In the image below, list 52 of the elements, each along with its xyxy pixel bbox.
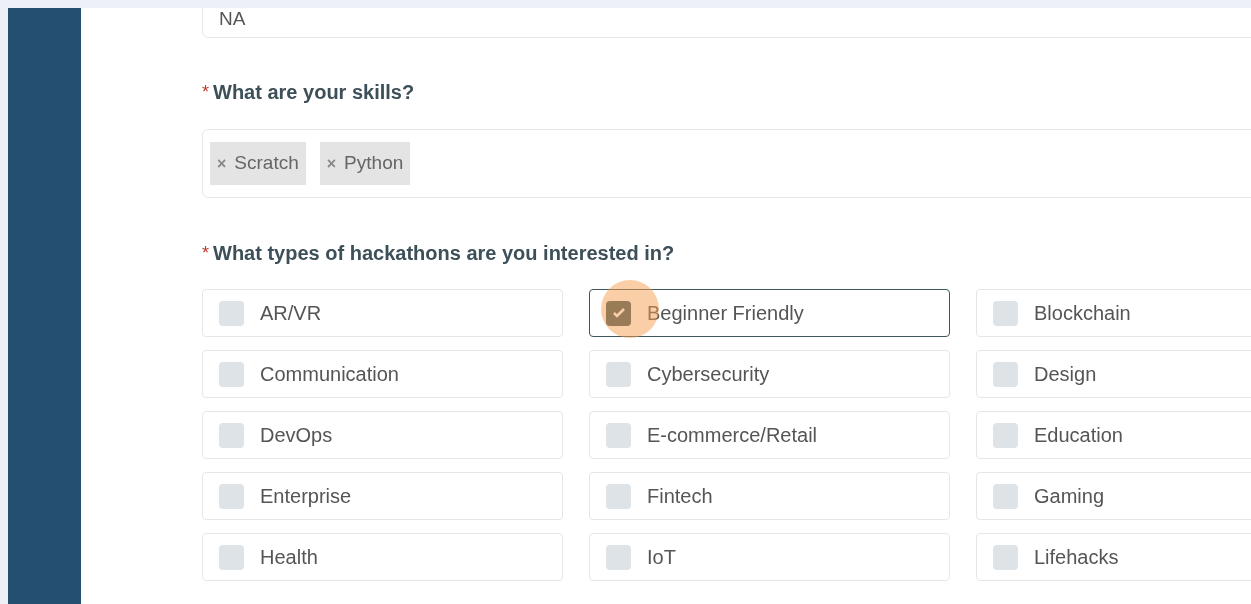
option-label: Enterprise bbox=[260, 484, 352, 509]
required-mark: * bbox=[202, 241, 209, 265]
option-label: AR/VR bbox=[260, 301, 322, 326]
option-label: Fintech bbox=[647, 484, 713, 509]
checkbox[interactable] bbox=[606, 544, 631, 570]
checkbox[interactable] bbox=[993, 300, 1018, 326]
option-label: Education bbox=[1034, 423, 1123, 448]
checkbox[interactable] bbox=[219, 300, 244, 326]
checkbox[interactable] bbox=[993, 483, 1018, 509]
option-label: Lifehacks bbox=[1034, 545, 1119, 570]
option-label: DevOps bbox=[260, 423, 333, 448]
checkbox[interactable] bbox=[219, 483, 244, 509]
question-label: What types of hackathons are you interested in? bbox=[213, 241, 675, 266]
question-label: What are your skills? bbox=[213, 80, 415, 105]
checkbox-option[interactable]: Education bbox=[976, 411, 1251, 459]
option-label: Design bbox=[1034, 362, 1097, 387]
checkbox[interactable] bbox=[606, 483, 631, 509]
checkbox-option[interactable]: AR/VR bbox=[202, 289, 563, 337]
checkbox-option[interactable]: IoT bbox=[589, 533, 950, 581]
checkbox[interactable] bbox=[219, 361, 244, 387]
checkbox[interactable] bbox=[606, 361, 631, 387]
required-mark: * bbox=[202, 80, 209, 104]
checkbox[interactable] bbox=[993, 422, 1018, 448]
checkbox-option[interactable]: Health bbox=[202, 533, 563, 581]
tag-label: Python bbox=[344, 151, 404, 176]
checkbox-option[interactable]: Beginner Friendly bbox=[589, 289, 950, 337]
option-label: E-commerce/Retail bbox=[647, 423, 818, 448]
checkbox-option[interactable]: Design bbox=[976, 350, 1251, 398]
option-label: Beginner Friendly bbox=[647, 301, 804, 326]
tag-label: Scratch bbox=[234, 151, 299, 176]
checkbox[interactable] bbox=[606, 300, 631, 326]
checkbox-option[interactable]: Cybersecurity bbox=[589, 350, 950, 398]
checkbox-option[interactable]: Gaming bbox=[976, 472, 1251, 520]
option-label: Cybersecurity bbox=[647, 362, 770, 387]
checkbox-option[interactable]: E-commerce/Retail bbox=[589, 411, 950, 459]
text-field-value: NA bbox=[219, 9, 246, 29]
checkbox-option[interactable]: Fintech bbox=[589, 472, 950, 520]
checkbox[interactable] bbox=[606, 422, 631, 448]
option-label: Gaming bbox=[1034, 484, 1105, 509]
checkbox-option[interactable]: DevOps bbox=[202, 411, 563, 459]
checkbox-option[interactable]: Blockchain bbox=[976, 289, 1251, 337]
checkbox[interactable] bbox=[993, 361, 1018, 387]
checkbox[interactable] bbox=[219, 422, 244, 448]
checkbox-option[interactable]: Lifehacks bbox=[976, 533, 1251, 581]
checkbox[interactable] bbox=[993, 544, 1018, 570]
option-label: Communication bbox=[260, 362, 399, 387]
checkbox-option[interactable]: Enterprise bbox=[202, 472, 563, 520]
option-label: Health bbox=[260, 545, 318, 570]
option-label: Blockchain bbox=[1034, 301, 1131, 326]
checkbox-option[interactable]: Communication bbox=[202, 350, 563, 398]
checkbox[interactable] bbox=[219, 544, 244, 570]
option-label: IoT bbox=[647, 545, 676, 570]
